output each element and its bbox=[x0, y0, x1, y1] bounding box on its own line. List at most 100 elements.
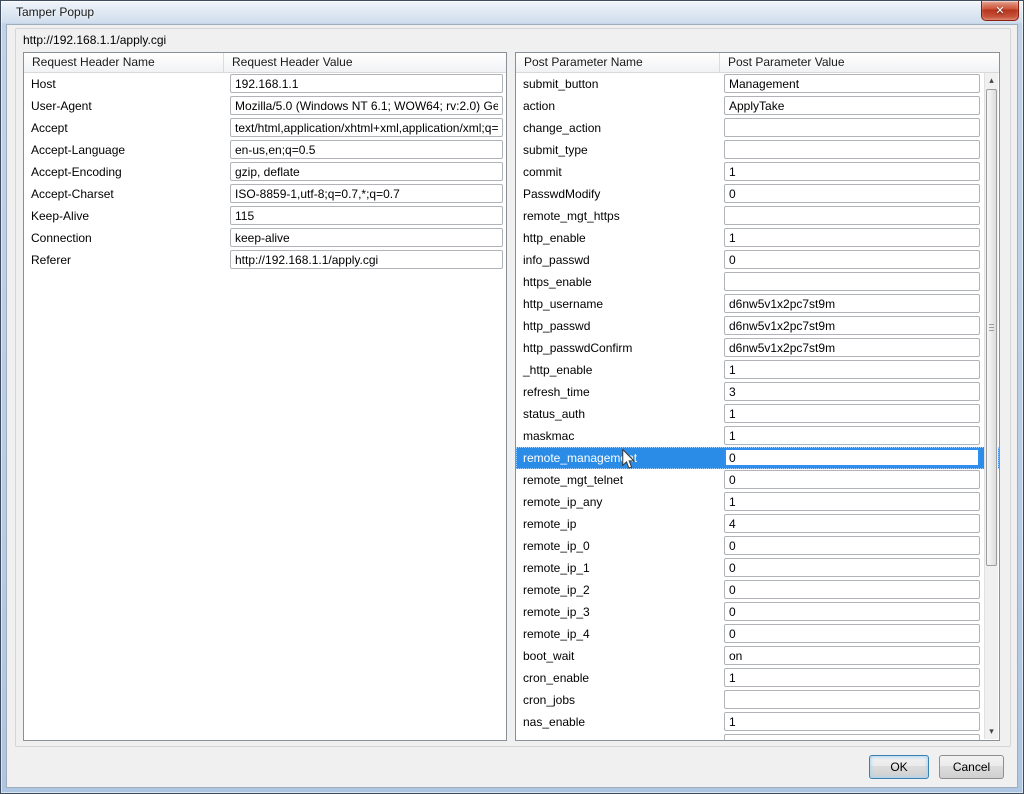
param-value-input[interactable] bbox=[724, 162, 980, 181]
param-name-label[interactable]: http_passwd bbox=[516, 315, 722, 337]
param-row[interactable]: remote_mgt_telnet bbox=[516, 469, 999, 491]
param-row[interactable]: cron_jobs bbox=[516, 689, 999, 711]
param-name-label[interactable]: Host bbox=[24, 73, 226, 95]
param-row[interactable]: maskmac bbox=[516, 425, 999, 447]
param-row[interactable]: action bbox=[516, 95, 999, 117]
param-value-input[interactable] bbox=[230, 96, 503, 115]
param-name-label[interactable]: https_enable bbox=[516, 271, 722, 293]
param-value-input[interactable] bbox=[724, 360, 980, 379]
param-name-label[interactable]: Keep-Alive bbox=[24, 205, 226, 227]
param-name-label[interactable]: remote_ip_3 bbox=[516, 601, 722, 623]
param-row[interactable]: Accept-Encoding bbox=[24, 161, 506, 183]
param-name-label[interactable]: remote_ip_0 bbox=[516, 535, 722, 557]
scroll-up-button[interactable]: ▴ bbox=[985, 73, 998, 88]
param-value-input[interactable] bbox=[724, 206, 980, 225]
param-row-partial[interactable] bbox=[516, 733, 999, 740]
post-parameters-scrollbar[interactable]: ▴ ▾ bbox=[984, 73, 998, 739]
param-value-input[interactable] bbox=[230, 250, 503, 269]
param-value-input[interactable] bbox=[724, 558, 980, 577]
param-name-label[interactable]: info_passwd bbox=[516, 249, 722, 271]
param-row[interactable]: boot_wait bbox=[516, 645, 999, 667]
param-value-input[interactable] bbox=[724, 690, 980, 709]
param-name-label[interactable]: remote_mgt_https bbox=[516, 205, 722, 227]
param-row[interactable]: remote_ip_4 bbox=[516, 623, 999, 645]
title-bar[interactable]: Tamper Popup ✕ bbox=[1, 1, 1023, 24]
param-value-input[interactable] bbox=[724, 536, 980, 555]
param-value-input[interactable] bbox=[724, 624, 980, 643]
param-name-label[interactable]: Accept-Encoding bbox=[24, 161, 226, 183]
param-value-input[interactable] bbox=[230, 206, 503, 225]
param-row[interactable]: submit_type bbox=[516, 139, 999, 161]
param-row-selected[interactable]: remote_management bbox=[516, 447, 999, 469]
param-row[interactable]: status_auth bbox=[516, 403, 999, 425]
param-name-label[interactable]: remote_ip_4 bbox=[516, 623, 722, 645]
param-value-input[interactable] bbox=[724, 118, 980, 137]
param-value-input[interactable] bbox=[724, 712, 980, 731]
param-name-label[interactable]: http_enable bbox=[516, 227, 722, 249]
param-name-label[interactable]: cron_enable bbox=[516, 667, 722, 689]
param-row[interactable]: http_passwd bbox=[516, 315, 999, 337]
param-row[interactable]: remote_ip_2 bbox=[516, 579, 999, 601]
param-row[interactable]: Accept-Charset bbox=[24, 183, 506, 205]
param-value-input[interactable] bbox=[724, 580, 980, 599]
param-row[interactable]: https_enable bbox=[516, 271, 999, 293]
param-name-label[interactable]: _http_enable bbox=[516, 359, 722, 381]
param-name-label[interactable]: remote_management bbox=[516, 447, 722, 469]
param-name-label[interactable]: http_username bbox=[516, 293, 722, 315]
param-name-label[interactable]: boot_wait bbox=[516, 645, 722, 667]
param-value-input[interactable] bbox=[724, 426, 980, 445]
param-row[interactable]: Referer bbox=[24, 249, 506, 271]
param-value-input[interactable] bbox=[724, 448, 980, 467]
param-name-label[interactable]: remote_ip bbox=[516, 513, 722, 535]
param-name-label[interactable]: remote_ip_any bbox=[516, 491, 722, 513]
param-value-input[interactable] bbox=[724, 250, 980, 269]
param-value-input[interactable] bbox=[724, 646, 980, 665]
param-name-label[interactable]: Accept-Language bbox=[24, 139, 226, 161]
param-row[interactable]: remote_ip_1 bbox=[516, 557, 999, 579]
param-name-label[interactable]: refresh_time bbox=[516, 381, 722, 403]
param-row[interactable]: User-Agent bbox=[24, 95, 506, 117]
scrollbar-thumb[interactable] bbox=[986, 89, 997, 566]
cancel-button[interactable]: Cancel bbox=[939, 755, 1004, 779]
param-value-input[interactable] bbox=[230, 228, 503, 247]
param-row[interactable]: Keep-Alive bbox=[24, 205, 506, 227]
param-row[interactable]: http_enable bbox=[516, 227, 999, 249]
param-row[interactable]: http_passwdConfirm bbox=[516, 337, 999, 359]
param-name-label[interactable]: change_action bbox=[516, 117, 722, 139]
param-value-input[interactable] bbox=[230, 140, 503, 159]
param-name-label[interactable]: maskmac bbox=[516, 425, 722, 447]
param-name-label[interactable]: nas_enable bbox=[516, 711, 722, 733]
param-value-input[interactable] bbox=[230, 184, 503, 203]
param-value-input[interactable] bbox=[230, 118, 503, 137]
param-value-input[interactable] bbox=[724, 404, 980, 423]
close-button[interactable]: ✕ bbox=[981, 1, 1019, 21]
param-value-input[interactable] bbox=[724, 470, 980, 489]
param-name-label[interactable]: cron_jobs bbox=[516, 689, 722, 711]
param-name-label[interactable]: remote_ip_2 bbox=[516, 579, 722, 601]
param-value-input[interactable] bbox=[724, 228, 980, 247]
scroll-down-button[interactable]: ▾ bbox=[985, 724, 998, 739]
param-value-input[interactable] bbox=[724, 668, 980, 687]
param-value-input[interactable] bbox=[724, 734, 980, 740]
param-value-input[interactable] bbox=[230, 74, 503, 93]
param-name-label[interactable]: submit_type bbox=[516, 139, 722, 161]
param-row[interactable]: submit_button bbox=[516, 73, 999, 95]
param-value-input[interactable] bbox=[724, 382, 980, 401]
param-row[interactable]: remote_ip_0 bbox=[516, 535, 999, 557]
param-row[interactable]: http_username bbox=[516, 293, 999, 315]
param-name-label[interactable]: commit bbox=[516, 161, 722, 183]
param-value-input[interactable] bbox=[724, 184, 980, 203]
param-row[interactable]: Host bbox=[24, 73, 506, 95]
param-value-input[interactable] bbox=[230, 162, 503, 181]
param-row[interactable]: remote_mgt_https bbox=[516, 205, 999, 227]
param-row[interactable]: info_passwd bbox=[516, 249, 999, 271]
param-row[interactable]: remote_ip_any bbox=[516, 491, 999, 513]
param-name-label[interactable]: status_auth bbox=[516, 403, 722, 425]
param-name-label[interactable]: remote_mgt_telnet bbox=[516, 469, 722, 491]
param-row[interactable]: remote_ip bbox=[516, 513, 999, 535]
param-row[interactable]: remote_ip_3 bbox=[516, 601, 999, 623]
param-name-label[interactable]: Accept-Charset bbox=[24, 183, 226, 205]
param-value-input[interactable] bbox=[724, 140, 980, 159]
param-row[interactable]: nas_enable bbox=[516, 711, 999, 733]
param-value-input[interactable] bbox=[724, 602, 980, 621]
